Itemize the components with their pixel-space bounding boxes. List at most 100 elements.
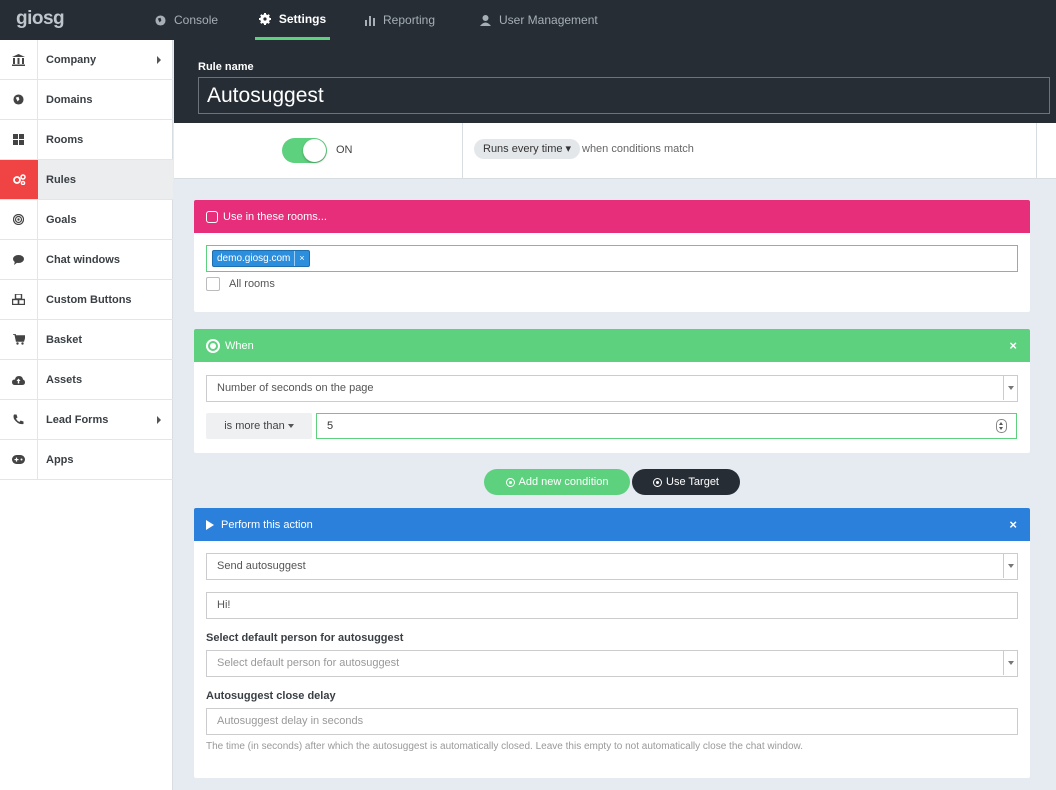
settings-sidebar: Company Domains Rooms Rules Goals Chat w… xyxy=(0,40,173,790)
default-person-select[interactable]: Select default person for autosuggest xyxy=(206,650,1018,677)
sidebar-item-label: Apps xyxy=(46,453,74,466)
sidebar-item-label: Chat windows xyxy=(46,253,120,266)
chevron-right-icon xyxy=(157,55,161,64)
sidebar-item-label: Custom Buttons xyxy=(46,293,132,306)
rule-name-input[interactable]: Autosuggest xyxy=(198,77,1050,114)
target-icon xyxy=(653,477,662,487)
close-delay-input[interactable]: Autosuggest delay in seconds xyxy=(206,708,1018,735)
action-select[interactable]: Send autosuggest xyxy=(206,553,1018,580)
cubes-icon xyxy=(12,294,25,305)
autosuggest-message-value: Hi! xyxy=(217,599,231,611)
sidebar-item-label: Assets xyxy=(46,373,83,386)
remove-tag-icon[interactable]: × xyxy=(294,251,305,266)
autosuggest-message-input[interactable]: Hi! xyxy=(206,592,1018,619)
room-tag: demo.giosg.com × xyxy=(212,250,310,267)
condition-select-value: Number of seconds on the page xyxy=(217,382,374,394)
action-panel: Perform this action × Send autosuggest H… xyxy=(194,508,1030,778)
grid-icon xyxy=(13,134,24,145)
sidebar-item-label: Goals xyxy=(46,213,77,226)
square-icon xyxy=(206,210,218,223)
operator-dropdown[interactable]: is more than xyxy=(206,413,312,439)
add-new-condition-button[interactable]: Add new condition xyxy=(484,469,630,495)
bar-chart-icon xyxy=(365,15,375,26)
all-rooms-label: All rooms xyxy=(229,278,275,290)
giosg-logo[interactable]: giosg xyxy=(16,8,65,30)
nav-settings[interactable]: Settings xyxy=(255,0,330,40)
runs-frequency-dropdown[interactable]: Runs every time ▾ xyxy=(474,139,581,159)
rooms-panel-header: Use in these rooms... xyxy=(194,200,1030,233)
sidebar-item-domains[interactable]: Domains xyxy=(0,80,173,120)
sidebar-item-basket[interactable]: Basket xyxy=(0,320,173,360)
seconds-number-input[interactable]: 5 xyxy=(316,413,1017,439)
nav-user-management[interactable]: User Management xyxy=(480,0,598,40)
use-target-label: Use Target xyxy=(666,476,719,488)
toggle-state-label: ON xyxy=(336,144,353,156)
target-icon xyxy=(13,214,24,225)
close-delay-placeholder: Autosuggest delay in seconds xyxy=(217,715,364,727)
all-rooms-checkbox[interactable] xyxy=(206,277,220,291)
divider xyxy=(1036,123,1037,179)
chevron-down-icon xyxy=(1003,651,1017,675)
room-tag-label: demo.giosg.com xyxy=(217,253,291,264)
when-panel: When × Number of seconds on the page is … xyxy=(194,329,1030,453)
chevron-down-icon xyxy=(1003,376,1017,400)
cloud-upload-icon xyxy=(12,375,25,385)
sidebar-item-rooms[interactable]: Rooms xyxy=(0,120,173,160)
sidebar-item-label: Lead Forms xyxy=(46,413,109,426)
sidebar-item-lead-forms[interactable]: Lead Forms xyxy=(0,400,173,440)
rule-toggle-bar: ON Runs every time ▾ when conditions mat… xyxy=(174,123,1056,179)
sidebar-item-goals[interactable]: Goals xyxy=(0,200,173,240)
rule-header: Rule name Autosuggest xyxy=(174,40,1056,123)
globe-icon xyxy=(155,14,166,26)
number-spinner-icon[interactable] xyxy=(996,419,1007,433)
user-icon xyxy=(480,14,491,26)
sidebar-item-custom-buttons[interactable]: Custom Buttons xyxy=(0,280,173,320)
nav-console[interactable]: Console xyxy=(155,0,218,40)
use-target-button[interactable]: Use Target xyxy=(632,469,740,495)
cart-icon xyxy=(12,334,25,345)
gamepad-icon xyxy=(12,455,25,464)
nav-reporting-label: Reporting xyxy=(383,13,436,27)
sidebar-item-label: Domains xyxy=(46,93,93,106)
sidebar-item-assets[interactable]: Assets xyxy=(0,360,173,400)
target-icon xyxy=(505,477,515,487)
target-icon xyxy=(206,338,220,353)
rule-name-label: Rule name xyxy=(198,61,254,73)
nav-user-management-label: User Management xyxy=(499,13,598,27)
sidebar-item-apps[interactable]: Apps xyxy=(0,440,173,480)
sidebar-item-chat-windows[interactable]: Chat windows xyxy=(0,240,173,280)
action-panel-header: Perform this action × xyxy=(194,508,1030,541)
play-icon xyxy=(206,519,214,530)
sidebar-item-rules[interactable]: Rules xyxy=(0,160,173,200)
sidebar-item-label: Company xyxy=(46,53,97,66)
when-panel-title: When xyxy=(225,339,254,352)
rooms-panel: Use in these rooms... demo.giosg.com × A… xyxy=(194,200,1030,312)
nav-settings-label: Settings xyxy=(278,11,327,26)
operator-label: is more than xyxy=(224,420,285,432)
nav-reporting[interactable]: Reporting xyxy=(365,0,435,40)
top-navbar: giosg Console Settings Reporting User Ma… xyxy=(0,0,1056,40)
runs-suffix-text: when conditions match xyxy=(582,143,694,155)
rule-enabled-toggle[interactable] xyxy=(282,138,327,163)
default-person-placeholder: Select default person for autosuggest xyxy=(217,657,400,669)
phone-icon xyxy=(13,414,24,425)
caret-down-icon xyxy=(287,424,294,429)
divider xyxy=(462,123,463,179)
chat-bubble-icon xyxy=(13,254,24,265)
condition-select[interactable]: Number of seconds on the page xyxy=(206,375,1018,402)
gears-icon xyxy=(12,174,26,185)
close-icon[interactable]: × xyxy=(1009,338,1017,353)
close-icon[interactable]: × xyxy=(1009,517,1017,532)
seconds-value: 5 xyxy=(327,420,334,432)
globe-icon xyxy=(13,94,24,105)
sidebar-item-label: Rules xyxy=(46,173,76,186)
close-delay-help-text: The time (in seconds) after which the au… xyxy=(206,741,803,752)
gear-icon xyxy=(258,12,271,25)
default-person-label: Select default person for autosuggest xyxy=(206,632,404,644)
add-condition-label: Add new condition xyxy=(518,476,609,488)
sidebar-item-label: Rooms xyxy=(46,133,84,146)
close-delay-label: Autosuggest close delay xyxy=(206,690,336,702)
sidebar-item-company[interactable]: Company xyxy=(0,40,173,80)
rooms-panel-title: Use in these rooms... xyxy=(223,210,327,223)
rooms-select-input[interactable]: demo.giosg.com × xyxy=(206,245,1018,272)
